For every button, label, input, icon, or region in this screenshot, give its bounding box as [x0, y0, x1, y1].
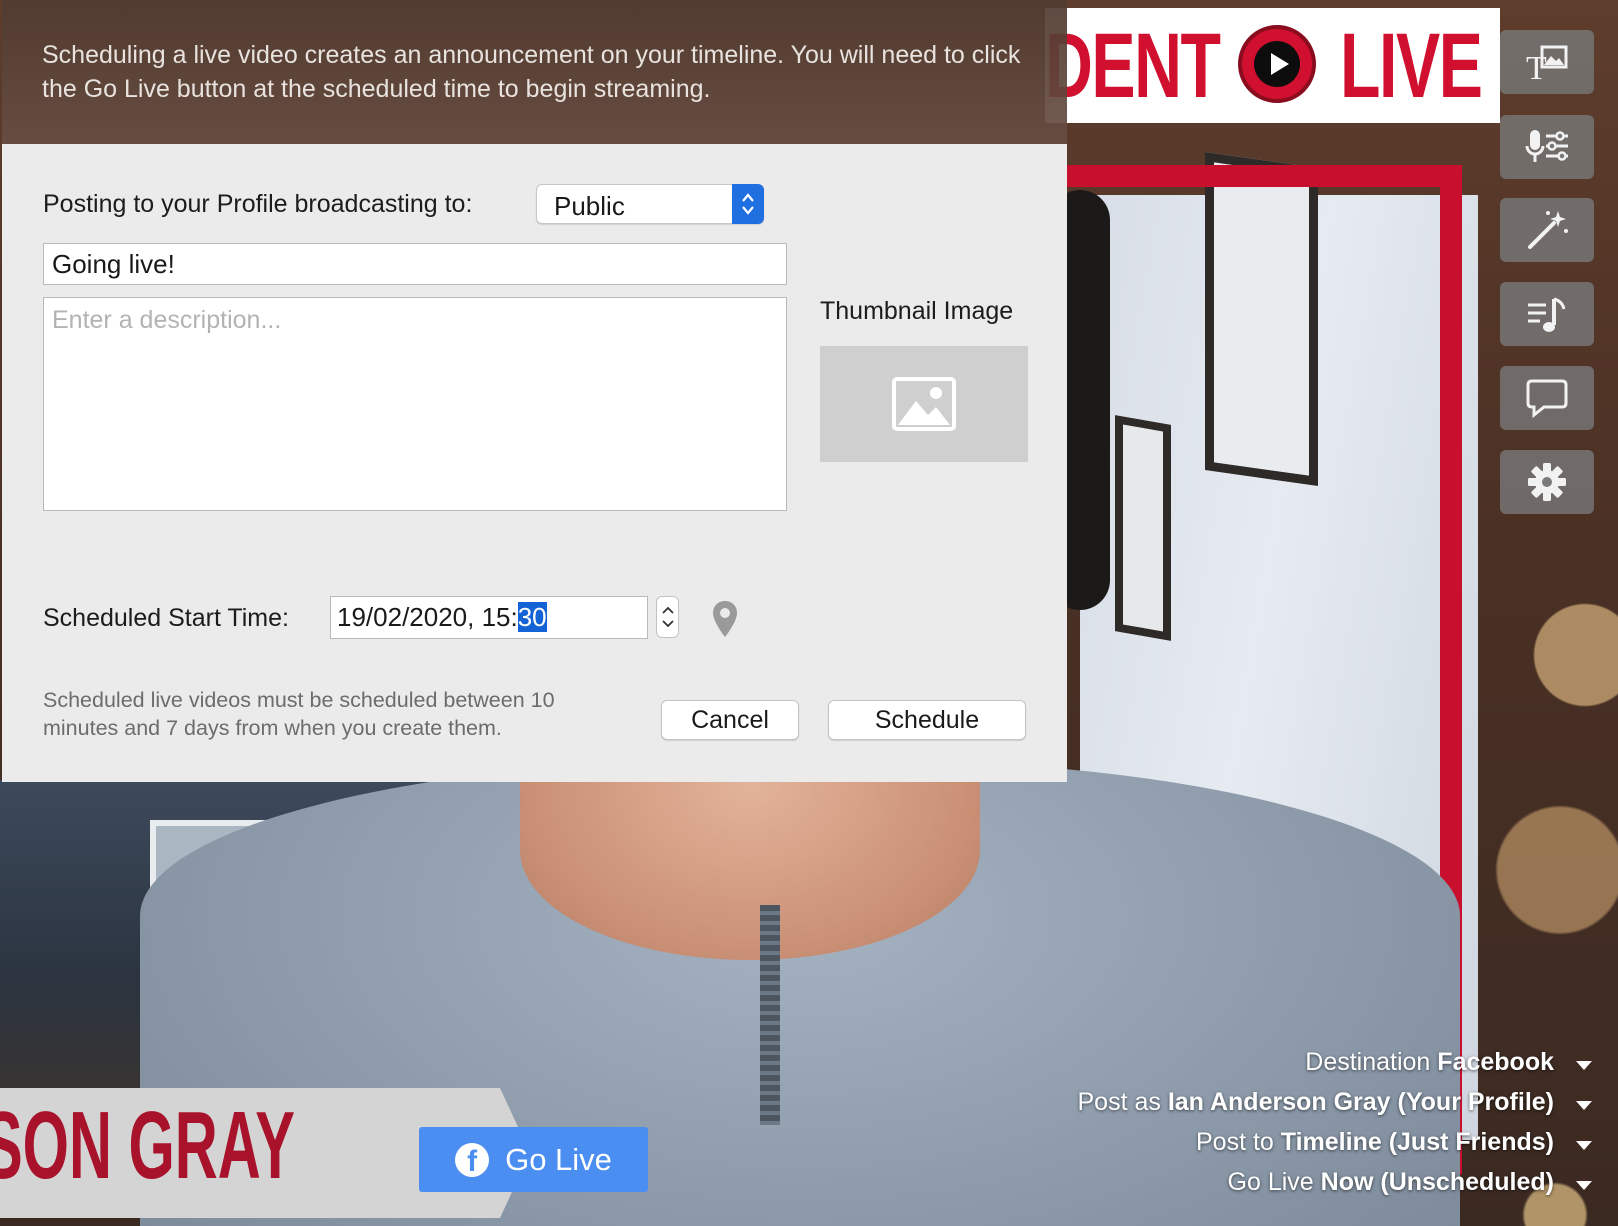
- chevron-updown-icon: [732, 184, 764, 224]
- image-placeholder-icon: [892, 377, 956, 431]
- go-live-timing-setting[interactable]: Go Live Now (Unscheduled): [1228, 1168, 1554, 1197]
- post-to-value: Timeline (Just Friends): [1280, 1128, 1554, 1156]
- description-input[interactable]: [43, 297, 787, 511]
- destination-value: Facebook: [1437, 1048, 1554, 1076]
- post-as-dropdown-icon[interactable]: [1576, 1101, 1592, 1110]
- stepper-up-icon[interactable]: [661, 606, 674, 614]
- location-pin-icon[interactable]: [712, 600, 738, 638]
- post-to-dropdown-icon[interactable]: [1576, 1141, 1592, 1150]
- stepper-down-icon[interactable]: [661, 620, 674, 628]
- text-image-icon: T: [1526, 45, 1568, 85]
- start-time-stepper[interactable]: [656, 596, 679, 638]
- posting-label: Posting to your Profile broadcasting to:: [43, 190, 473, 218]
- facebook-icon: f: [455, 1142, 490, 1177]
- comments-button[interactable]: [1500, 366, 1594, 430]
- post-as-label: Post as: [1077, 1088, 1161, 1116]
- schedule-live-dialog: Posting to your Profile broadcasting to:…: [2, 144, 1067, 782]
- hoodie-zipper: [760, 905, 780, 1125]
- nameplate-text: RSON GRAY: [0, 1092, 295, 1199]
- post-to-setting[interactable]: Post to Timeline (Just Friends): [1196, 1128, 1554, 1157]
- thumbnail-label: Thumbnail Image: [820, 297, 1014, 325]
- schedule-info-banner: Scheduling a live video creates an annou…: [2, 0, 1067, 144]
- go-live-label: Go Live: [505, 1141, 612, 1177]
- start-time-minutes-selected[interactable]: 30: [517, 602, 547, 632]
- audience-select[interactable]: Public: [536, 184, 764, 224]
- microphone-settings-icon: [1525, 130, 1568, 162]
- post-as-setting[interactable]: Post as Ian Anderson Gray (Your Profile): [1078, 1088, 1555, 1117]
- post-to-label: Post to: [1196, 1128, 1274, 1156]
- schedule-button[interactable]: Schedule: [828, 700, 1026, 740]
- start-time-field[interactable]: 19/02/2020, 15:30: [330, 596, 648, 639]
- go-live-timing-label: Go Live: [1227, 1168, 1314, 1196]
- gear-icon: [1528, 463, 1566, 501]
- post-as-value: Ian Anderson Gray (Your Profile): [1167, 1088, 1554, 1116]
- comment-icon: [1526, 379, 1568, 419]
- destination-label: Destination: [1305, 1048, 1431, 1076]
- effects-button[interactable]: [1500, 198, 1594, 262]
- destination-dropdown-icon[interactable]: [1576, 1061, 1592, 1070]
- go-live-button[interactable]: f Go Live: [419, 1127, 648, 1192]
- audience-value: Public: [554, 191, 625, 221]
- schedule-info-text: Scheduling a live video creates an annou…: [42, 41, 1021, 103]
- start-time-value: 19/02/2020, 15:: [337, 602, 518, 632]
- thumbnail-picker[interactable]: [820, 346, 1028, 462]
- text-image-button[interactable]: T: [1500, 30, 1594, 94]
- go-live-timing-dropdown-icon[interactable]: [1576, 1181, 1592, 1190]
- audio-settings-button[interactable]: [1500, 115, 1594, 179]
- go-live-timing-value: Now (Unscheduled): [1320, 1168, 1554, 1196]
- magic-wand-icon: [1528, 211, 1568, 249]
- logo-text-left: DENT: [1045, 14, 1221, 117]
- cancel-button[interactable]: Cancel: [661, 700, 799, 740]
- logo-play-icon: [1238, 25, 1316, 103]
- logo-text-right: LIVE: [1340, 15, 1483, 117]
- schedule-constraint-note: Scheduled live videos must be scheduled …: [43, 688, 555, 740]
- video-title-input[interactable]: [43, 243, 787, 285]
- music-button[interactable]: [1500, 282, 1594, 346]
- start-time-label: Scheduled Start Time:: [43, 604, 289, 632]
- destination-setting[interactable]: Destination Facebook: [1305, 1048, 1554, 1077]
- music-playlist-icon: [1528, 297, 1566, 332]
- settings-button[interactable]: [1500, 450, 1594, 514]
